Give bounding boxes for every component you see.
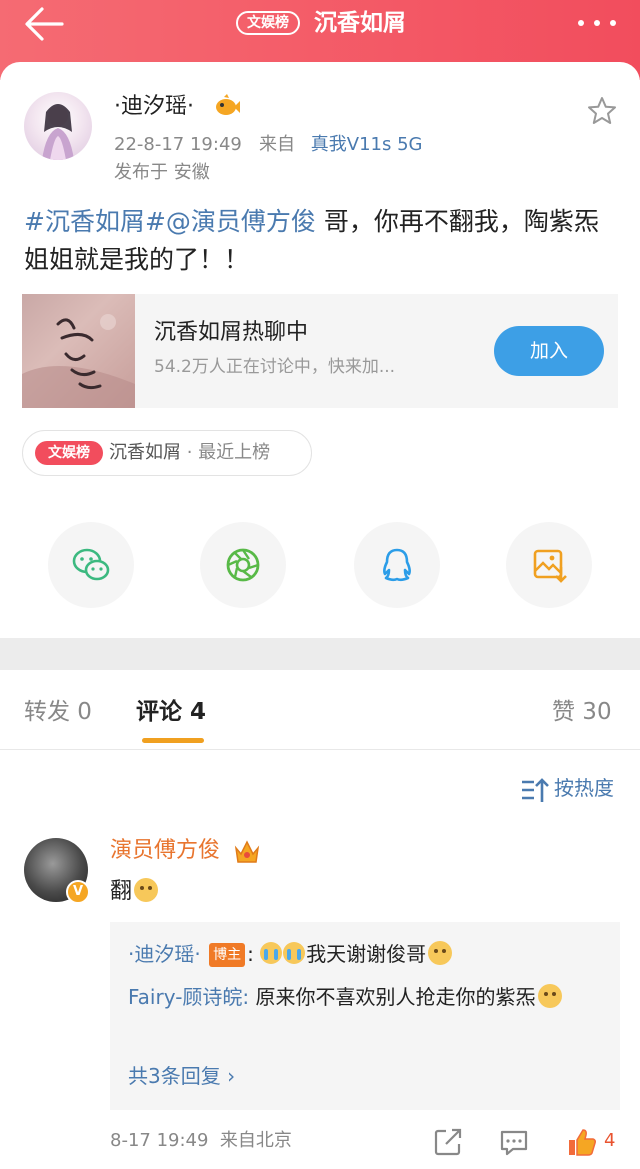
wechat-share-button[interactable] (48, 522, 134, 608)
tab-comments[interactable]: 评论 4 (136, 696, 206, 728)
rank-chip[interactable]: 文娱榜 沉香如屑 · 最近上榜 (22, 430, 312, 476)
topic-cover-image (22, 294, 135, 408)
doge-emoji-icon (428, 941, 453, 965)
wechat-icon (72, 548, 110, 581)
crying-emoji-icon (283, 942, 306, 964)
comment-like-count: 4 (604, 1130, 616, 1151)
reply-icon[interactable] (498, 1126, 530, 1158)
rank-topic-name: 沉香如屑 (109, 442, 181, 463)
crown-badge-icon (232, 836, 262, 866)
reply-text: 原来你不喜欢别人抢走你的紫炁 (249, 985, 536, 1009)
active-tab-indicator (142, 738, 204, 743)
topic-name: 沉香如屑热聊中 (154, 320, 309, 345)
rank-badge: 文娱榜 (35, 441, 103, 465)
view-more-replies-link[interactable]: 共3条回复 › (128, 1062, 235, 1090)
comment-text: 翻 (110, 876, 159, 908)
rank-status: · 最近上榜 (181, 442, 271, 463)
device-link[interactable]: 真我V11s 5G (311, 134, 423, 155)
doge-emoji-icon (537, 984, 562, 1008)
reply-author-link[interactable]: ·迪汐瑶· (128, 942, 201, 966)
comment-body: 翻 (110, 879, 133, 904)
moments-share-button[interactable] (200, 522, 286, 608)
join-button[interactable]: 加入 (494, 326, 604, 376)
moments-icon (226, 548, 260, 582)
save-image-icon (533, 549, 567, 583)
commenter-name[interactable]: 演员傅方俊 (110, 836, 220, 866)
comment-time: 8-17 19:49 (110, 1130, 209, 1151)
reply-box: ·迪汐瑶· 博主: 我天谢谢俊哥 Fairy-顾诗皖: 原来你不喜欢别人抢走你的… (110, 922, 620, 1110)
favorite-star-icon[interactable] (586, 95, 618, 127)
thumbs-up-icon[interactable] (566, 1126, 598, 1158)
detail-tabs: 转发 0 评论 4 赞 30 (0, 670, 640, 750)
sort-icon (522, 778, 549, 802)
author-name[interactable]: ·迪汐瑶· (114, 92, 194, 122)
topic-subtitle: 54.2万人正在讨论中，快来加... (154, 357, 396, 377)
tab-repost[interactable]: 转发 0 (24, 696, 92, 728)
crying-emoji-icon (260, 942, 283, 964)
save-image-share-button[interactable] (506, 522, 592, 608)
comment-footer: 8-17 19:49 来自北京 (110, 1128, 292, 1154)
qq-share-button[interactable] (354, 522, 440, 608)
section-divider (0, 638, 640, 670)
reply-item: Fairy-顾诗皖: 原来你不喜欢别人抢走你的紫炁 (128, 980, 608, 1014)
sort-label: 按热度 (554, 776, 614, 800)
qq-icon (383, 548, 411, 582)
post-hashtag-link[interactable]: #沉香如屑#@演员傅方俊 (24, 207, 316, 236)
reply-separator: : (247, 942, 254, 966)
tab-likes[interactable]: 赞 30 (552, 696, 612, 728)
header-rank-tag: 文娱榜 (236, 11, 300, 35)
back-arrow-icon[interactable] (22, 4, 66, 44)
more-dots-icon[interactable] (572, 8, 622, 36)
post-meta: 22-8-17 19:49 来自 真我V11s 5G (114, 132, 422, 158)
repost-icon[interactable] (432, 1126, 464, 1158)
comment-location: 来自北京 (219, 1130, 292, 1151)
post-location: 发布于 安徽 (114, 162, 210, 183)
verified-badge-icon: V (66, 880, 90, 904)
rank-text: 沉香如屑 · 最近上榜 (109, 439, 270, 467)
fish-badge-icon (214, 94, 240, 118)
from-label: 来自 (259, 134, 296, 155)
reply-item: ·迪汐瑶· 博主: 我天谢谢俊哥 (128, 940, 453, 968)
reply-text: 我天谢谢俊哥 (306, 942, 427, 966)
topic-card[interactable]: 沉香如屑热聊中 54.2万人正在讨论中，快来加... 加入 (22, 294, 618, 408)
post-text: #沉香如屑#@演员傅方俊 哥，你再不翻我，陶紫炁姐姐就是我的了！！ (24, 203, 620, 279)
page-title: 沉香如屑 (314, 10, 406, 36)
post-date: 22-8-17 19:49 (114, 134, 242, 155)
doge-emoji-icon (134, 878, 159, 902)
author-avatar[interactable] (24, 92, 92, 160)
author-badge: 博主 (209, 943, 246, 967)
reply-author-link[interactable]: Fairy-顾诗皖: (128, 985, 249, 1009)
